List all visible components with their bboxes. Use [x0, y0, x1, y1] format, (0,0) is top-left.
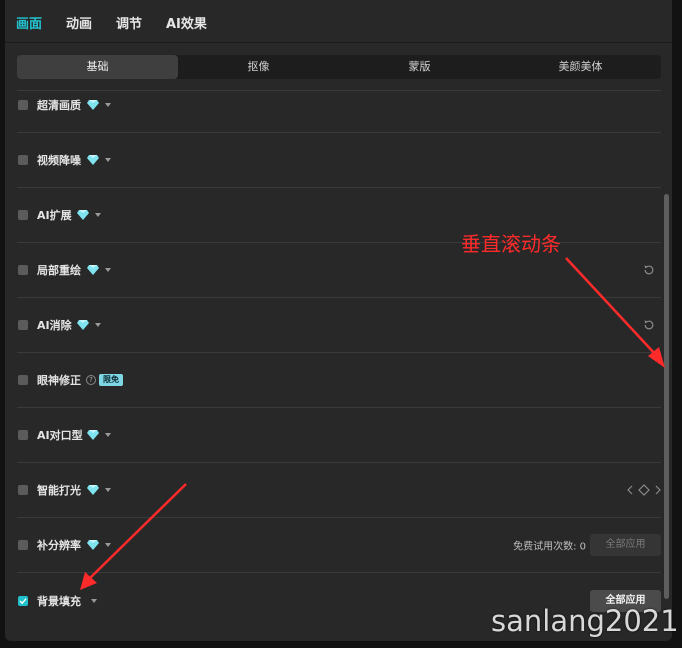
watermark: sanlang2021: [491, 604, 679, 638]
arrow-to-scrollbar: [565, 257, 657, 356]
annotation-arrows: [80, 257, 665, 590]
arrow-to-checkbox: [89, 483, 187, 579]
